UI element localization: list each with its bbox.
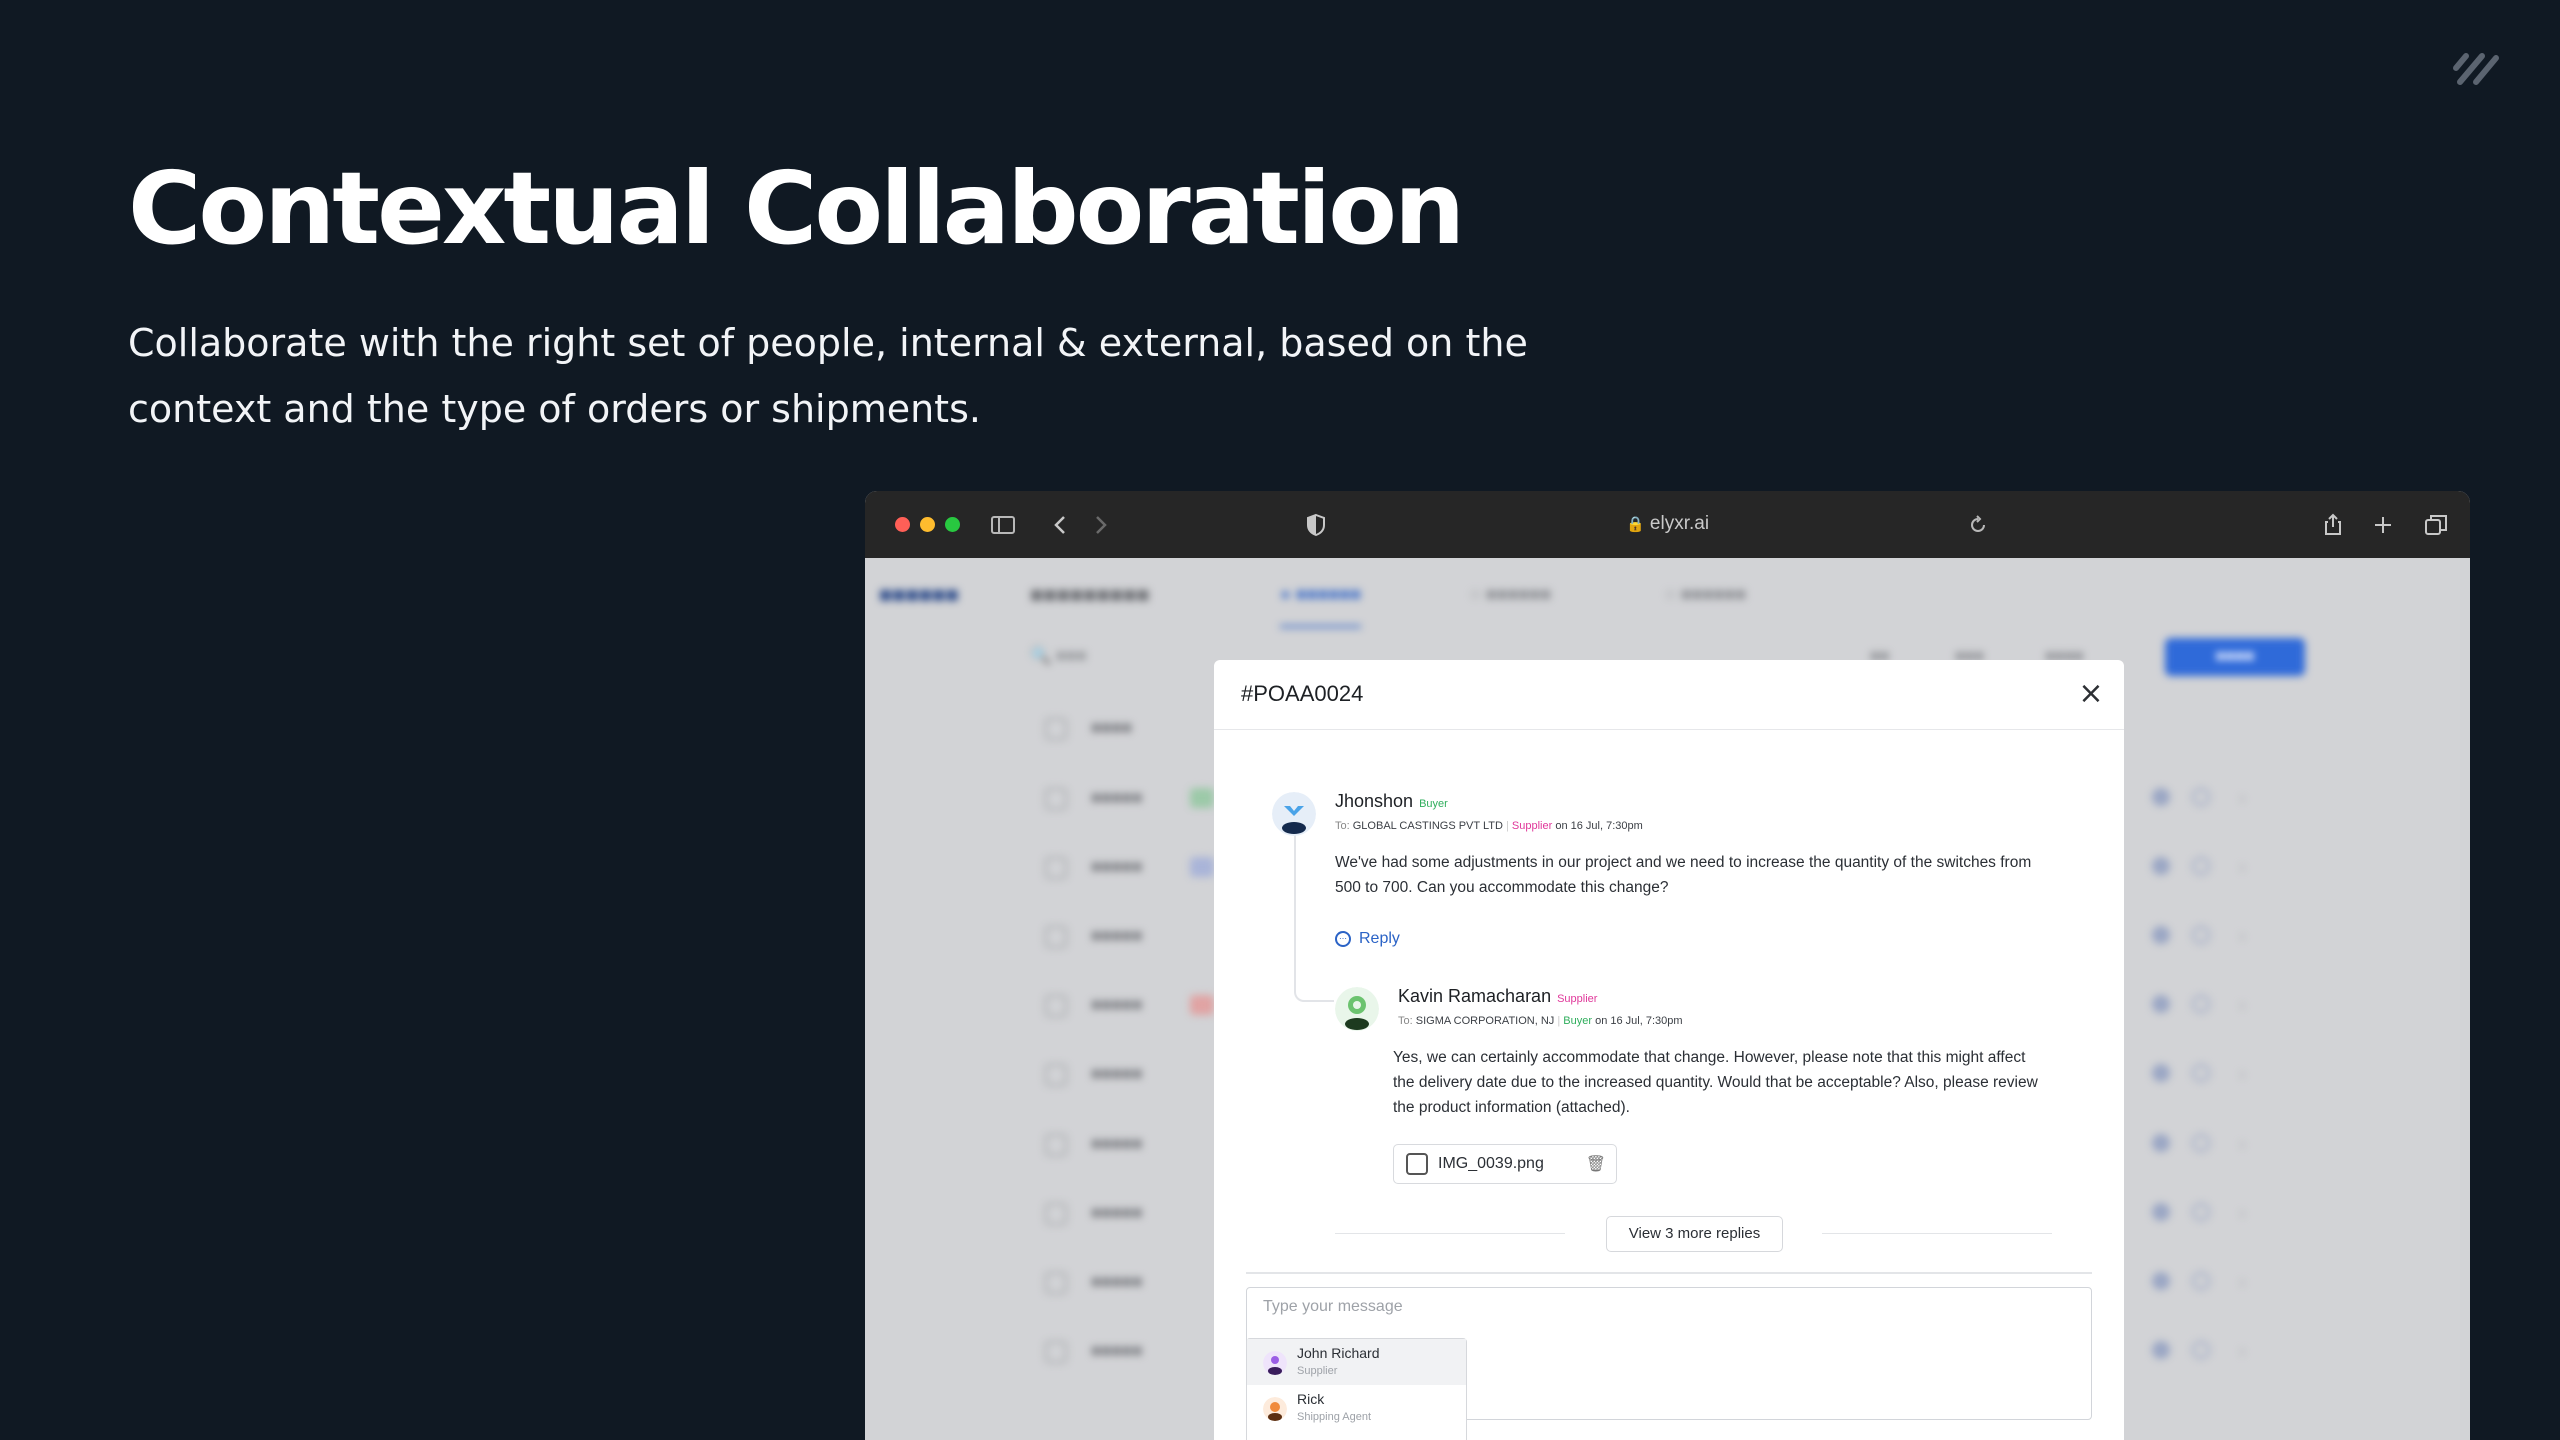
modal-title: #POAA0024 [1241,681,1364,706]
attachment-filename: IMG_0039.png [1438,1155,1544,1172]
tab-overview-icon[interactable] [2423,513,2449,537]
message-timestamp: on 16 Jul, 7:30pm [1595,1015,1683,1027]
conversation-modal: #POAA0024 × Jhonshon Buyer To: GLOBAL CAS… [1214,660,2124,1440]
hero-subtitle: Collaborate with the right set of people… [128,321,1528,431]
recipient-name: GLOBAL CASTINGS PVT LTD [1352,820,1503,832]
avatar [1335,987,1379,1031]
message-body: We've had some adjustments in our projec… [1335,854,2032,896]
mention-name: John Richard [1297,1345,1380,1361]
tab-active[interactable]: ● ■■■■■■ [1280,584,1362,628]
separator [1246,1272,2092,1274]
thread-connector [1294,822,1334,1002]
app-nav: ■■■■■■ ■■■■■■■■■ ● ■■■■■■ ○ ■■■■■■ ○ ■■■… [865,558,2470,628]
hero-title: Contextual Collaboration [128,150,1465,267]
trash-icon[interactable]: 🗑 [1586,1154,1606,1173]
recipient-role: Buyer [1563,1015,1593,1027]
message-placeholder: Type your message [1263,1298,1403,1315]
divider [1335,1233,1565,1234]
chat-bubble-icon: ⋯ [1335,931,1351,947]
mention-name: Rick [1297,1391,1325,1407]
app-viewport: ■■■■■■ ■■■■■■■■■ ● ■■■■■■ ○ ■■■■■■ ○ ■■■… [865,558,2470,1440]
app-logo: ■■■■■■ [879,582,959,607]
to-prefix: To: [1335,820,1350,832]
reload-icon[interactable] [1965,513,1991,537]
to-prefix: To: [1398,1015,1413,1027]
recipient-role: Supplier [1511,820,1553,832]
author-role-badge: Supplier [1557,993,1598,1005]
new-tab-icon[interactable] [2370,513,2396,537]
share-icon[interactable] [2320,513,2346,537]
create-button[interactable]: ■■■■ [2165,638,2305,676]
tab[interactable]: ○ ■■■■■■ [1665,584,1746,605]
close-icon[interactable]: × [2076,679,2106,710]
divider [1822,1233,2052,1234]
tab[interactable]: ○ ■■■■■■ [1470,584,1551,605]
avatar [1272,792,1316,836]
avatar [1263,1397,1287,1421]
mention-option[interactable]: John Richard Supplier [1247,1339,1466,1385]
browser-toolbar: 🔒 elyxr.ai [865,491,2470,558]
brand-logo-icon [2453,53,2499,85]
app-title: ■■■■■■■■■ [1030,582,1150,607]
message-recipients: To: SIGMA CORPORATION, NJ | Buyer on 16 … [1398,1015,1683,1027]
url-text: elyxr.ai [1649,513,1710,534]
avatar [1263,1351,1287,1375]
message-author: Jhonshon Buyer [1335,791,1448,812]
address-bar[interactable]: 🔒 elyxr.ai [865,513,2470,535]
view-more-replies-button[interactable]: View 3 more replies [1606,1216,1783,1252]
author-name: Kavin Ramacharan [1398,986,1552,1006]
message-recipients: To: GLOBAL CASTINGS PVT LTD | Supplier o… [1335,820,1643,832]
reply-button[interactable]: ⋯ Reply [1335,930,1400,948]
recipient-name: SIGMA CORPORATION, NJ [1415,1015,1555,1027]
mention-option[interactable]: Rick Shipping Agent [1247,1385,1466,1431]
reply-label: Reply [1359,930,1400,947]
attachment-chip[interactable]: IMG_0039.png 🗑 [1393,1144,1617,1184]
author-name: Jhonshon [1335,791,1414,811]
image-file-icon [1406,1153,1428,1175]
mention-role: Supplier [1297,1365,1338,1377]
modal-header: #POAA0024 × [1214,660,2124,730]
search-input[interactable]: 🔍 ■■■ [1030,646,1087,666]
browser-window: 🔒 elyxr.ai ■■■■■■ ■■■■■■■■■ ● ■■■■■■ ○ ■… [865,491,2470,1440]
mention-dropdown: John Richard Supplier Rick Shipping Agen… [1246,1338,1467,1440]
message-body: Yes, we can certainly accommodate that c… [1393,1049,2038,1116]
author-role-badge: Buyer [1419,798,1448,810]
lock-icon: 🔒 [1625,516,1645,533]
message-author: Kavin Ramacharan Supplier [1398,986,1597,1007]
mention-role: Shipping Agent [1297,1411,1372,1423]
message-timestamp: on 16 Jul, 7:30pm [1555,820,1643,832]
